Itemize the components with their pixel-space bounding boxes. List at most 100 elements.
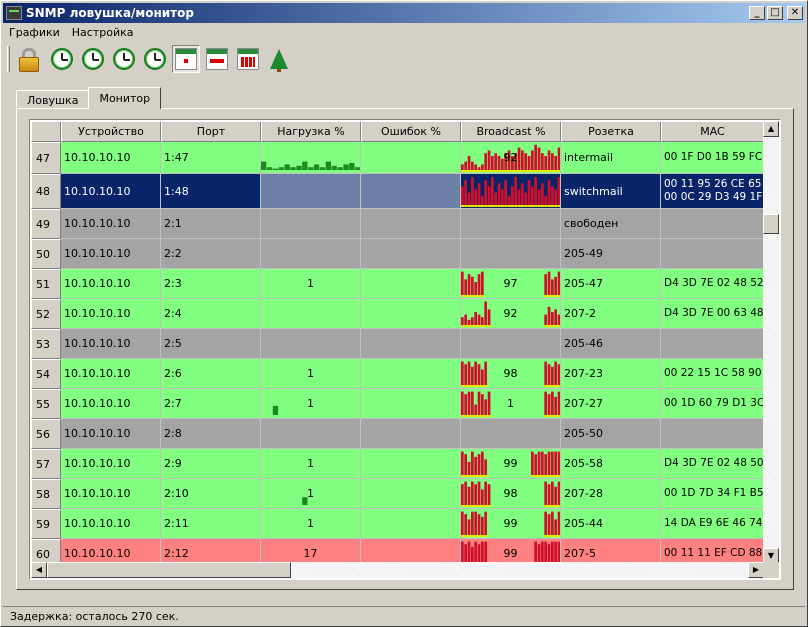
row-number[interactable]: 47 — [31, 142, 61, 174]
errors-cell[interactable] — [361, 509, 461, 539]
broadcast-cell[interactable] — [461, 174, 561, 209]
toolbar-button-5[interactable] — [141, 45, 169, 73]
table-row[interactable]: 56 10.10.10.10 2:8 205-50 — [31, 419, 764, 449]
broadcast-cell[interactable]: 97 — [461, 269, 561, 299]
mac-cell[interactable]: 00 1D 60 79 D1 3C — [661, 389, 764, 419]
port-cell[interactable]: 2:7 — [161, 389, 261, 419]
device-cell[interactable]: 10.10.10.10 — [61, 174, 161, 209]
broadcast-cell[interactable]: 99 — [461, 509, 561, 539]
menu-charts[interactable]: Графики — [3, 24, 66, 42]
toolbar-button-2[interactable] — [48, 45, 76, 73]
port-cell[interactable]: 2:8 — [161, 419, 261, 449]
device-cell[interactable]: 10.10.10.10 — [61, 329, 161, 359]
errors-cell[interactable] — [361, 209, 461, 239]
broadcast-cell[interactable]: 99 — [461, 539, 561, 564]
errors-cell[interactable] — [361, 389, 461, 419]
port-header[interactable]: Порт — [161, 121, 261, 142]
errors-cell[interactable] — [361, 142, 461, 174]
broadcast-header[interactable]: Broadcast % — [461, 121, 561, 142]
table-row[interactable]: 55 10.10.10.10 2:7 1 1 207-27 00 1D 60 79 D1 3… — [31, 389, 764, 419]
row-number[interactable]: 60 — [31, 539, 61, 564]
mac-cell[interactable]: D4 3D 7E 02 48 50 — [661, 449, 764, 479]
device-cell[interactable]: 10.10.10.10 — [61, 209, 161, 239]
socket-cell[interactable]: 207-27 — [561, 389, 661, 419]
broadcast-cell[interactable]: 98 — [461, 359, 561, 389]
mac-cell[interactable]: 00 11 11 EF CD 88 — [661, 539, 764, 564]
device-cell[interactable]: 10.10.10.10 — [61, 419, 161, 449]
row-number[interactable]: 59 — [31, 509, 61, 539]
errors-cell[interactable] — [361, 239, 461, 269]
mac-cell[interactable]: 00 22 15 1C 58 90 — [661, 359, 764, 389]
toolbar-button-1[interactable] — [14, 45, 42, 73]
errors-cell[interactable] — [361, 479, 461, 509]
row-number[interactable]: 50 — [31, 239, 61, 269]
socket-cell[interactable]: 207-28 — [561, 479, 661, 509]
load-cell[interactable]: 1 — [261, 269, 361, 299]
errors-cell[interactable] — [361, 419, 461, 449]
errors-cell[interactable] — [361, 299, 461, 329]
table-row[interactable]: 58 10.10.10.10 2:10 1 98 207-28 00 1D 7D 34 F1… — [31, 479, 764, 509]
port-cell[interactable]: 2:2 — [161, 239, 261, 269]
horizontal-scroll-thumb[interactable] — [47, 562, 291, 578]
port-cell[interactable]: 2:9 — [161, 449, 261, 479]
port-cell[interactable]: 1:48 — [161, 174, 261, 209]
toolbar-button-6[interactable] — [172, 45, 200, 73]
tab-monitor[interactable]: Монитор — [88, 87, 162, 109]
device-cell[interactable]: 10.10.10.10 — [61, 479, 161, 509]
port-cell[interactable]: 1:47 — [161, 142, 261, 174]
broadcast-cell[interactable] — [461, 329, 561, 359]
broadcast-cell[interactable] — [461, 239, 561, 269]
broadcast-cell[interactable]: 99 — [461, 449, 561, 479]
row-number[interactable]: 51 — [31, 269, 61, 299]
mac-cell[interactable]: 00 11 95 26 CE 65 00 0C 29 D3 49 1F — [661, 174, 764, 209]
port-cell[interactable]: 2:6 — [161, 359, 261, 389]
toolbar-button-7[interactable] — [203, 45, 231, 73]
socket-cell[interactable]: свободен — [561, 209, 661, 239]
device-cell[interactable]: 10.10.10.10 — [61, 509, 161, 539]
load-header[interactable]: Нагрузка % — [261, 121, 361, 142]
device-cell[interactable]: 10.10.10.10 — [61, 142, 161, 174]
socket-cell[interactable]: 207-2 — [561, 299, 661, 329]
vertical-scroll-thumb[interactable] — [763, 214, 779, 234]
maximize-button[interactable]: □ — [767, 6, 783, 20]
table-row[interactable]: 51 10.10.10.10 2:3 1 97 205-47 D4 3D 7E 02 48 … — [31, 269, 764, 299]
device-cell[interactable]: 10.10.10.10 — [61, 359, 161, 389]
toolbar-button-8[interactable] — [234, 45, 262, 73]
socket-cell[interactable]: 207-23 — [561, 359, 661, 389]
mac-cell[interactable]: 00 1D 7D 34 F1 B5 — [661, 479, 764, 509]
load-cell[interactable]: 1 — [261, 359, 361, 389]
row-number[interactable]: 49 — [31, 209, 61, 239]
errors-cell[interactable] — [361, 449, 461, 479]
table-row[interactable]: 57 10.10.10.10 2:9 1 99 205-58 D4 3D 7E 02 48 … — [31, 449, 764, 479]
errors-cell[interactable] — [361, 539, 461, 564]
broadcast-cell[interactable] — [461, 419, 561, 449]
errors-cell[interactable] — [361, 174, 461, 209]
load-cell[interactable] — [261, 239, 361, 269]
toolbar-button-4[interactable] — [110, 45, 138, 73]
row-number[interactable]: 48 — [31, 174, 61, 209]
socket-header[interactable]: Розетка — [561, 121, 661, 142]
socket-cell[interactable]: 205-47 — [561, 269, 661, 299]
errors-cell[interactable] — [361, 269, 461, 299]
errors-cell[interactable] — [361, 359, 461, 389]
port-cell[interactable]: 2:5 — [161, 329, 261, 359]
table-row[interactable]: 52 10.10.10.10 2:4 92 207-2 D4 3D 7E 00 63 48 — [31, 299, 764, 329]
row-number[interactable]: 54 — [31, 359, 61, 389]
broadcast-cell[interactable]: 92 — [461, 142, 561, 174]
socket-cell[interactable]: 207-5 — [561, 539, 661, 564]
socket-cell[interactable]: 205-44 — [561, 509, 661, 539]
socket-cell[interactable]: 205-49 — [561, 239, 661, 269]
broadcast-cell[interactable]: 92 — [461, 299, 561, 329]
scroll-right-button[interactable]: ▶ — [748, 562, 764, 578]
table-row[interactable]: 53 10.10.10.10 2:5 205-46 — [31, 329, 764, 359]
errors-header[interactable]: Ошибок % — [361, 121, 461, 142]
table-row[interactable]: 49 10.10.10.10 2:1 свободен — [31, 209, 764, 239]
port-cell[interactable]: 2:12 — [161, 539, 261, 564]
load-cell[interactable] — [261, 299, 361, 329]
socket-cell[interactable]: 205-58 — [561, 449, 661, 479]
load-cell[interactable] — [261, 142, 361, 174]
toolbar-grip[interactable] — [7, 46, 10, 72]
load-cell[interactable] — [261, 419, 361, 449]
device-cell[interactable]: 10.10.10.10 — [61, 449, 161, 479]
port-cell[interactable]: 2:4 — [161, 299, 261, 329]
